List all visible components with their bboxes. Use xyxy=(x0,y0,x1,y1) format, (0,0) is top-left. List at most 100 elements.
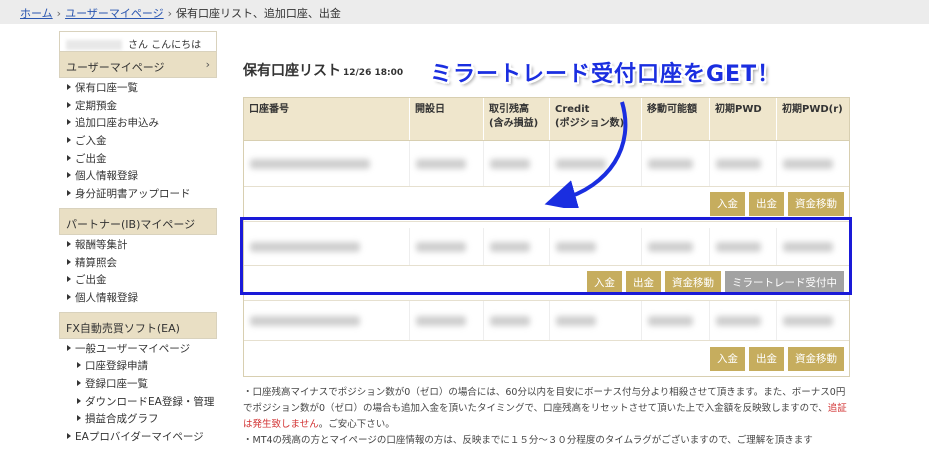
transfer-button[interactable]: 資金移動 xyxy=(788,346,844,371)
triangle-bullet-icon xyxy=(67,258,71,265)
triangle-bullet-icon xyxy=(67,137,71,144)
blurred-cell xyxy=(244,141,410,186)
triangle-bullet-icon xyxy=(67,154,71,161)
row-actions: 入金 出金 資金移動 xyxy=(244,341,849,376)
sidebar-item-settlement[interactable]: 精算照会 xyxy=(59,255,217,273)
withdraw-button[interactable]: 出金 xyxy=(749,192,784,216)
item-label: 一般ユーザーマイページ xyxy=(75,342,191,355)
triangle-bullet-icon xyxy=(77,397,81,404)
sidebar: さん こんにちは ユーザーマイページ › 保有口座一覧 定期預金 追加口座お申込み… xyxy=(59,31,217,451)
sidebar-section-ea[interactable]: FX自動売買ソフト(EA) xyxy=(59,311,217,339)
breadcrumb-mypage-link[interactable]: ユーザーマイページ xyxy=(65,7,164,20)
col-movable: 移動可能額 xyxy=(642,98,710,140)
greeting: さん こんにちは xyxy=(59,31,217,51)
breadcrumb-separator: › xyxy=(167,7,173,20)
page-title-text: 保有口座リスト xyxy=(243,63,341,79)
col-initial-pwd-r: 初期PWD(r) xyxy=(782,104,843,115)
sidebar-item-partner-info[interactable]: 個人情報登録 xyxy=(59,290,217,308)
col-initial-pwd: 初期PWD xyxy=(710,98,777,140)
item-label: ご出金 xyxy=(75,152,107,165)
item-label: 保有口座一覧 xyxy=(75,82,138,94)
triangle-bullet-icon xyxy=(67,172,71,179)
transfer-button[interactable]: 資金移動 xyxy=(788,192,844,216)
item-label: 損益合成グラフ xyxy=(85,413,159,426)
item-label: ご入金 xyxy=(75,135,107,148)
sidebar-item-ea-provider[interactable]: EAプロバイダーマイページ xyxy=(59,429,217,447)
sidebar-section-user-mypage[interactable]: ユーザーマイページ › xyxy=(59,51,217,78)
triangle-bullet-icon xyxy=(67,344,71,351)
item-label: 身分証明書アップロード xyxy=(75,188,191,201)
blurred-cell xyxy=(777,301,849,340)
triangle-bullet-icon xyxy=(77,362,81,369)
triangle-bullet-icon xyxy=(67,119,71,126)
blurred-cell xyxy=(642,301,710,340)
breadcrumb-current: 保有口座リスト、追加口座、出金 xyxy=(176,7,341,20)
blurred-cell xyxy=(484,301,550,340)
sidebar-item-deposit[interactable]: ご入金 xyxy=(59,133,217,151)
blurred-username xyxy=(66,40,122,50)
breadcrumb-separator: › xyxy=(56,7,62,20)
triangle-bullet-icon xyxy=(67,190,71,197)
deposit-button[interactable]: 入金 xyxy=(710,346,745,371)
blurred-cell xyxy=(244,301,410,340)
sidebar-item-add-account[interactable]: 追加口座お申込み xyxy=(59,115,217,133)
sidebar-item-personal-info[interactable]: 個人情報登録 xyxy=(59,168,217,186)
sidebar-item-download-ea[interactable]: ダウンロードEA登録・管理 xyxy=(59,394,217,412)
section-label: FX自動売買ソフト(EA) xyxy=(66,321,180,335)
col-account-number: 口座番号 xyxy=(244,98,410,140)
note-2: ・MT4の残高の方とマイページの口座情報の方は、反映までに１５分～３０分程度のタ… xyxy=(243,435,813,446)
sidebar-item-pl-graph[interactable]: 損益合成グラフ xyxy=(59,411,217,429)
triangle-bullet-icon xyxy=(67,293,71,300)
sidebar-item-account-list[interactable]: 保有口座一覧 xyxy=(59,80,217,98)
sidebar-item-id-upload[interactable]: 身分証明書アップロード xyxy=(59,186,217,204)
promo-headline: ミラートレード受付口座をGET！ xyxy=(430,62,781,87)
item-label: 口座登録申請 xyxy=(85,360,148,373)
triangle-bullet-icon xyxy=(67,433,71,439)
sidebar-item-withdraw[interactable]: ご出金 xyxy=(59,151,217,169)
withdraw-button[interactable]: 出金 xyxy=(749,346,784,371)
item-label: 個人情報登録 xyxy=(75,170,138,183)
triangle-bullet-icon xyxy=(77,379,81,386)
item-label: 登録口座一覧 xyxy=(85,377,148,390)
blurred-cell xyxy=(710,141,777,186)
item-label: 精算照会 xyxy=(75,256,117,269)
annotation-arrow-icon xyxy=(544,101,628,208)
sidebar-item-time-deposit[interactable]: 定期預金 xyxy=(59,98,217,116)
sidebar-item-partner-withdraw[interactable]: ご出金 xyxy=(59,272,217,290)
sidebar-item-general-mypage[interactable]: 一般ユーザーマイページ xyxy=(59,341,217,359)
section-label: ユーザーマイページ xyxy=(66,61,165,74)
deposit-button[interactable]: 入金 xyxy=(710,192,745,216)
notes: ・口座残高マイナスでポジション数が0（ゼロ）の場合には、60分以内を目安にボーナ… xyxy=(243,385,848,449)
item-label: EAプロバイダーマイページ xyxy=(75,431,204,443)
item-label: ダウンロードEA登録・管理 xyxy=(85,395,215,408)
sidebar-item-account-register[interactable]: 口座登録申請 xyxy=(59,358,217,376)
section-label: パートナー(IB)マイページ xyxy=(66,217,196,231)
item-label: 個人情報登録 xyxy=(75,291,138,304)
blurred-cell xyxy=(550,301,642,340)
sidebar-section-partner[interactable]: パートナー(IB)マイページ xyxy=(59,207,217,235)
triangle-bullet-icon xyxy=(67,84,71,90)
triangle-bullet-icon xyxy=(67,101,71,108)
blurred-cell xyxy=(410,141,484,186)
table-row xyxy=(244,301,849,341)
blurred-cell xyxy=(777,141,849,186)
sidebar-item-registered-accounts[interactable]: 登録口座一覧 xyxy=(59,376,217,394)
sidebar-item-rewards[interactable]: 報酬等集計 xyxy=(59,237,217,255)
triangle-bullet-icon xyxy=(67,276,71,283)
breadcrumb-home-link[interactable]: ホーム xyxy=(20,7,53,20)
highlight-box xyxy=(240,217,852,295)
item-label: ご出金 xyxy=(75,274,107,287)
note-1: ・口座残高マイナスでポジション数が0（ゼロ）の場合には、60分以内を目安にボーナ… xyxy=(243,385,848,433)
note-1-text: ・口座残高マイナスでポジション数が0（ゼロ）の場合には、60分以内を目安にボーナ… xyxy=(243,387,846,414)
breadcrumb: ホーム › ユーザーマイページ › 保有口座リスト、追加口座、出金 xyxy=(20,5,341,21)
blurred-cell xyxy=(410,301,484,340)
item-label: 定期預金 xyxy=(75,99,117,112)
note-1-end: 。ご安心下さい。 xyxy=(318,419,395,430)
triangle-bullet-icon xyxy=(77,415,81,422)
chevron-right-icon: › xyxy=(205,58,210,71)
page-title: 保有口座リスト 12/26 18:00 xyxy=(243,60,403,80)
blurred-cell xyxy=(710,301,777,340)
greeting-text: さん こんにちは xyxy=(128,40,202,51)
blurred-cell xyxy=(642,141,710,186)
item-label: 追加口座お申込み xyxy=(75,117,159,130)
